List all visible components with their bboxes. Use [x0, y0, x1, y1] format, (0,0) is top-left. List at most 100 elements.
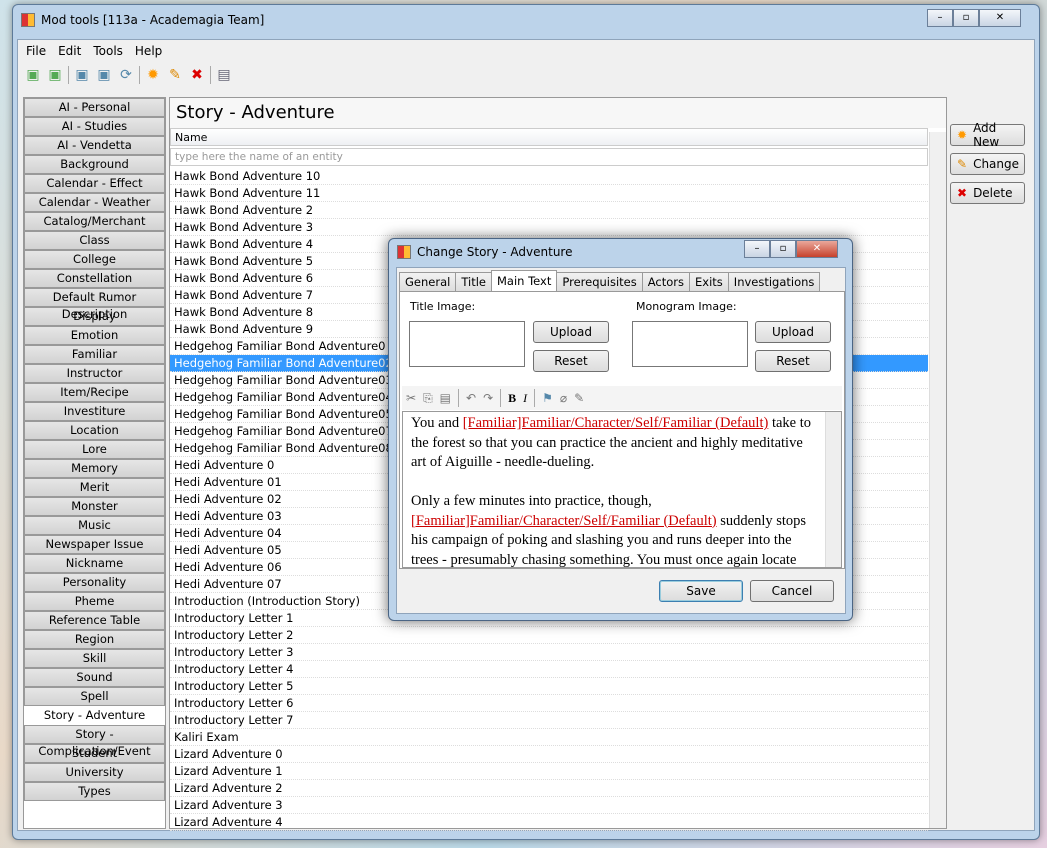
undo-icon[interactable]: ↶	[466, 391, 476, 405]
minimize-button[interactable]: –	[927, 9, 953, 27]
italic-icon[interactable]: I	[523, 391, 527, 406]
save-icon[interactable]: ▣	[46, 66, 64, 84]
sidebar-item[interactable]: Class	[24, 231, 165, 250]
cancel-button[interactable]: Cancel	[750, 580, 834, 602]
sidebar-item[interactable]: Constellation	[24, 269, 165, 288]
sidebar-item[interactable]: Nickname	[24, 554, 165, 573]
sidebar-item[interactable]: Merit	[24, 478, 165, 497]
edit-note-icon[interactable]: ✎	[574, 391, 584, 405]
column-header-name[interactable]: Name	[170, 128, 928, 146]
sidebar-item[interactable]: Spell	[24, 687, 165, 706]
table-row[interactable]: Lizard Adventure 2	[170, 780, 928, 797]
table-row[interactable]: Hawk Bond Adventure 3	[170, 219, 928, 236]
sidebar-item[interactable]: Monster	[24, 497, 165, 516]
insert-tag-icon[interactable]: ⚑	[542, 391, 553, 405]
sidebar-item[interactable]: AI - Personal	[24, 98, 165, 117]
import-icon[interactable]: ▣	[73, 66, 91, 84]
sidebar-item[interactable]: Location	[24, 421, 165, 440]
tab-actors[interactable]: Actors	[641, 272, 691, 292]
table-row[interactable]: Introductory Letter 7	[170, 712, 928, 729]
bold-icon[interactable]: B	[508, 391, 516, 406]
sidebar-item[interactable]: Background	[24, 155, 165, 174]
sidebar-item[interactable]: Lore	[24, 440, 165, 459]
tab-prerequisites[interactable]: Prerequisites	[556, 272, 643, 292]
title-reset-button[interactable]: Reset	[533, 350, 609, 372]
sidebar-item[interactable]: AI - Studies	[24, 117, 165, 136]
maximize-button[interactable]: ▫	[770, 240, 796, 258]
sidebar-item[interactable]: Newspaper Issue	[24, 535, 165, 554]
menu-edit[interactable]: Edit	[58, 44, 81, 58]
table-row[interactable]: Lizard Adventure 0	[170, 746, 928, 763]
delete-icon[interactable]: ✖	[188, 66, 206, 84]
sidebar-item[interactable]: Story - Complication/Event	[24, 725, 165, 758]
tab-general[interactable]: General	[399, 272, 457, 292]
new-icon[interactable]: ✹	[144, 66, 162, 84]
cut-icon[interactable]: ✂	[406, 391, 416, 405]
close-button[interactable]: ✕	[796, 240, 838, 258]
table-row[interactable]: Introductory Letter 4	[170, 661, 928, 678]
delete-button[interactable]: ✖ Delete	[950, 182, 1025, 204]
sidebar-item[interactable]: Emotion	[24, 326, 165, 345]
maximize-button[interactable]: ▫	[953, 9, 979, 27]
change-button[interactable]: ✎ Change	[950, 153, 1025, 175]
sidebar-item[interactable]: Display	[24, 307, 165, 326]
sidebar-item[interactable]: College	[24, 250, 165, 269]
edit-icon[interactable]: ✎	[166, 66, 184, 84]
list-scrollbar[interactable]	[929, 132, 946, 828]
sidebar-item[interactable]: Calendar - Weather	[24, 193, 165, 212]
properties-icon[interactable]: ▤	[215, 66, 233, 84]
close-button[interactable]: ✕	[979, 9, 1021, 27]
menu-help[interactable]: Help	[135, 44, 162, 58]
add-new-button[interactable]: ✹ Add New	[950, 121, 1025, 149]
sidebar-item[interactable]: University	[24, 763, 165, 782]
table-row[interactable]: Introductory Letter 5	[170, 678, 928, 695]
sidebar-item[interactable]: Story - Adventure	[24, 706, 165, 725]
tab-main-text[interactable]: Main Text	[490, 270, 558, 292]
sidebar-item[interactable]: Memory	[24, 459, 165, 478]
attach-icon[interactable]: ⌀	[560, 391, 567, 405]
monogram-reset-button[interactable]: Reset	[755, 350, 831, 372]
sidebar-item[interactable]: Region	[24, 630, 165, 649]
monogram-upload-button[interactable]: Upload	[755, 321, 831, 343]
paste-icon[interactable]: ▤	[440, 391, 451, 405]
sidebar-item[interactable]: Catalog/Merchant	[24, 212, 165, 231]
table-row[interactable]: Lizard Adventure 4	[170, 814, 928, 831]
sidebar-item[interactable]: Personality	[24, 573, 165, 592]
table-row[interactable]: Introductory Letter 2	[170, 627, 928, 644]
sidebar-item[interactable]: Skill	[24, 649, 165, 668]
sidebar-item[interactable]: Instructor	[24, 364, 165, 383]
main-text-editor[interactable]: You and [Familiar]Familiar/Character/Sel…	[402, 411, 842, 568]
table-row[interactable]: Hawk Bond Adventure 10	[170, 168, 928, 185]
title-upload-button[interactable]: Upload	[533, 321, 609, 343]
filter-input[interactable]: type here the name of an entity	[170, 148, 928, 166]
sidebar-item[interactable]: Item/Recipe	[24, 383, 165, 402]
sidebar-item[interactable]: Default Rumor Description	[24, 288, 165, 321]
sync-icon[interactable]: ⟳	[117, 66, 135, 84]
sidebar-item[interactable]: Reference Table	[24, 611, 165, 630]
open-icon[interactable]: ▣	[24, 66, 42, 84]
sidebar-item[interactable]: Pheme	[24, 592, 165, 611]
menu-file[interactable]: File	[26, 44, 46, 58]
redo-icon[interactable]: ↷	[483, 391, 493, 405]
tab-exits[interactable]: Exits	[689, 272, 729, 292]
sidebar-item[interactable]: Types	[24, 782, 165, 801]
table-row[interactable]: Lizard Adventure 1	[170, 763, 928, 780]
table-row[interactable]: Hawk Bond Adventure 2	[170, 202, 928, 219]
table-row[interactable]: Kaliri Exam	[170, 729, 928, 746]
table-row[interactable]: Hawk Bond Adventure 11	[170, 185, 928, 202]
minimize-button[interactable]: –	[744, 240, 770, 258]
copy-icon[interactable]: ⎘	[423, 391, 433, 406]
tab-title[interactable]: Title	[455, 272, 492, 292]
editor-scrollbar[interactable]	[825, 412, 841, 567]
table-row[interactable]: Introductory Letter 6	[170, 695, 928, 712]
table-row[interactable]: Lizard Adventure 3	[170, 797, 928, 814]
sidebar-item[interactable]: AI - Vendetta	[24, 136, 165, 155]
save-button[interactable]: Save	[659, 580, 743, 602]
sidebar-item[interactable]: Music	[24, 516, 165, 535]
sidebar-item[interactable]: Sound	[24, 668, 165, 687]
menu-tools[interactable]: Tools	[93, 44, 123, 58]
export-icon[interactable]: ▣	[95, 66, 113, 84]
sidebar-item[interactable]: Familiar	[24, 345, 165, 364]
tab-investigations[interactable]: Investigations	[727, 272, 821, 292]
sidebar-item[interactable]: Calendar - Effect	[24, 174, 165, 193]
